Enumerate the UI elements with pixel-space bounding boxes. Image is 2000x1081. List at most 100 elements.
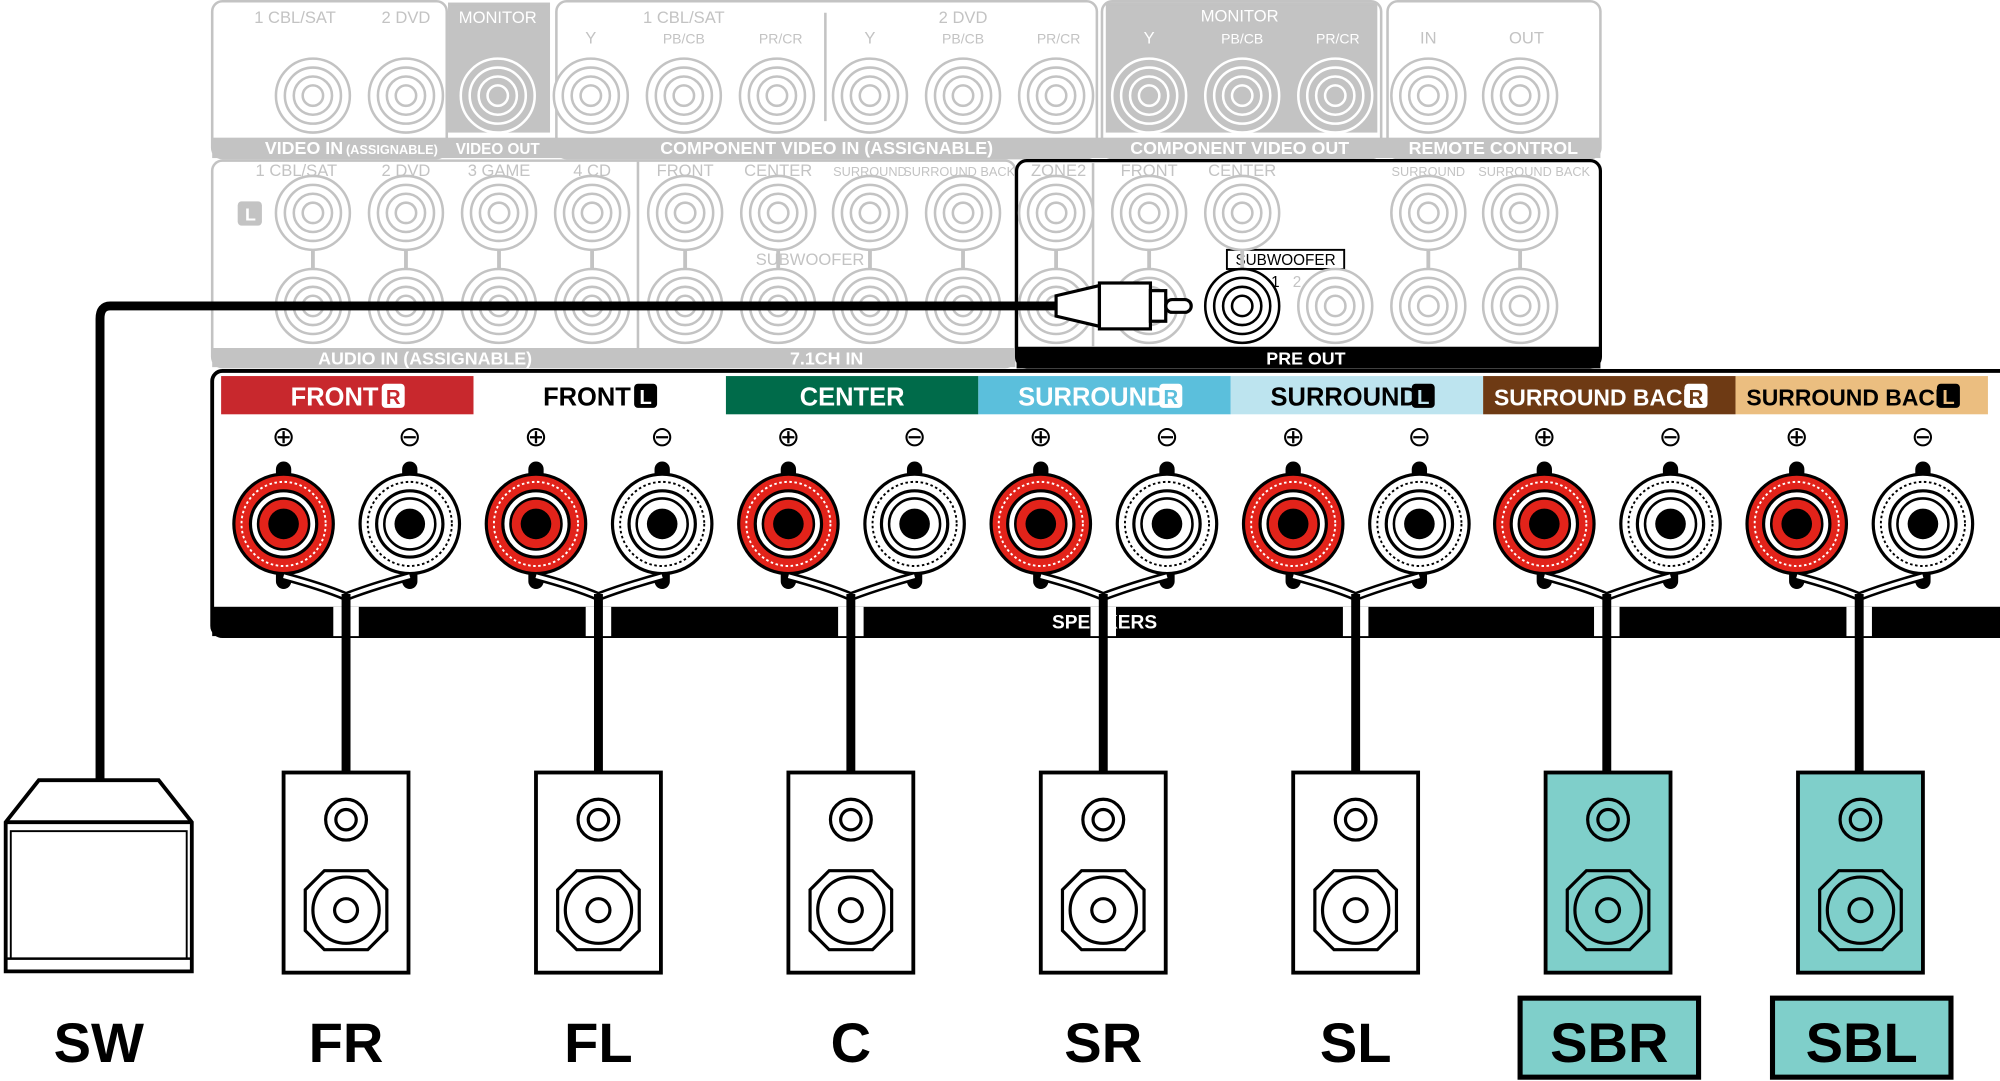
rca-jack: [1203, 174, 1281, 252]
binding-post-minus[interactable]: [1619, 472, 1722, 576]
audio-in-title: AUDIO IN (ASSIGNABLE): [318, 349, 532, 369]
video-in-title: VIDEO IN: [265, 138, 343, 158]
channel-label-text: FRONT: [291, 383, 379, 411]
plus-symbol: ⊕: [524, 421, 548, 452]
sub-out-2-label: 2: [1293, 274, 1302, 291]
channel-label: FRONT L: [473, 376, 726, 415]
speaker-icon: [786, 770, 916, 975]
rca-jack: [274, 57, 352, 134]
comp-in-y-2: Y: [864, 28, 875, 47]
binding-post-plus[interactable]: [484, 472, 588, 576]
rca-jack: [1110, 174, 1188, 252]
speaker-label: FL: [564, 1011, 633, 1074]
rca-jack: [1390, 267, 1467, 345]
binding-post-minus[interactable]: [358, 472, 462, 576]
component-out-jack: [1297, 57, 1374, 134]
channel-label-text: FRONT: [543, 383, 631, 411]
rca-jack: [1481, 267, 1559, 345]
binding-post-minus[interactable]: [610, 472, 714, 576]
rca-jack: [924, 57, 1002, 134]
binding-post-plus[interactable]: [1493, 472, 1596, 576]
channel-label: SURROUND L: [1230, 376, 1484, 415]
channel-label: FRONT R: [221, 376, 474, 415]
rca-jack: [553, 174, 631, 252]
plus-symbol: ⊕: [1281, 421, 1305, 452]
channel-label-text: SURROUND BACK: [1494, 384, 1700, 410]
plus-symbol: ⊕: [1785, 421, 1809, 452]
binding-post-minus[interactable]: [863, 472, 966, 576]
rca-jack: [274, 174, 352, 252]
rca-jack: [367, 57, 445, 134]
component-out-jack: [1110, 57, 1188, 134]
rca-jack: [460, 174, 538, 252]
binding-post-plus[interactable]: [737, 472, 840, 576]
l-badge: L: [245, 205, 256, 225]
channel-label-text: SURROUND: [1018, 383, 1165, 411]
comp-in-pb-2: PB/CB: [942, 30, 984, 46]
video-in-2: 2 DVD: [382, 8, 431, 27]
binding-post-plus[interactable]: [232, 472, 335, 576]
channel-side-badge: R: [386, 387, 401, 409]
channel-side-badge: L: [639, 387, 651, 409]
minus-symbol: ⊖: [1155, 421, 1178, 452]
comp-in-pr-2: PR/CR: [1037, 30, 1081, 46]
subwoofer-icon: [3, 778, 194, 974]
speaker-sbl: SBL: [1769, 770, 1954, 1080]
rca-jack: [646, 174, 724, 252]
video-out-monitor: MONITOR: [459, 8, 537, 27]
channel-label-text: SURROUND BACK: [1746, 384, 1952, 410]
video-in-1: 1 CBL/SAT: [254, 8, 336, 27]
pre-out-title: PRE OUT: [1266, 349, 1345, 369]
speaker-label: SBL: [1806, 1011, 1918, 1074]
rca-jack: [645, 57, 723, 134]
component-out-jack: [1203, 57, 1281, 134]
pre-out-surround-back: SURROUND BACK: [1478, 164, 1590, 179]
subwoofer-pre-out-jack-1: [1203, 267, 1281, 345]
comp-in-group-2: 2 DVD: [939, 8, 988, 27]
comp-in-title: COMPONENT VIDEO IN (ASSIGNABLE): [660, 138, 993, 158]
ch71-title: 7.1CH IN: [790, 349, 863, 369]
speaker-icon: [1543, 770, 1673, 975]
binding-post-minus[interactable]: [1115, 472, 1219, 576]
binding-post-plus[interactable]: [989, 472, 1093, 576]
speaker-sw: SW: [3, 778, 194, 1074]
comp-out-monitor: MONITOR: [1201, 7, 1279, 26]
channel-label: CENTER: [725, 376, 979, 415]
video-out-title: VIDEO OUT: [456, 141, 541, 158]
comp-in-pb-1: PB/CB: [663, 30, 705, 46]
speaker-fl: FL: [534, 770, 663, 1074]
rca-jack: [1017, 174, 1095, 252]
ch71-subwoofer: SUBWOOFER: [756, 250, 865, 269]
comp-in-pr-1: PR/CR: [759, 30, 803, 46]
comp-in-y-1: Y: [585, 28, 596, 47]
speaker-label: SR: [1064, 1011, 1142, 1074]
rca-jack: [1390, 57, 1467, 134]
comp-in-group-1: 1 CBL/SAT: [643, 8, 725, 27]
monitor-out-jack: [459, 57, 536, 134]
rca-jack: [738, 57, 816, 134]
speaker-label: FR: [309, 1011, 384, 1074]
channel-side-badge: L: [1942, 387, 1954, 409]
rca-jack: [552, 57, 630, 134]
channel-label-text: CENTER: [800, 383, 905, 411]
channel-label-text: SURROUND: [1271, 383, 1418, 411]
speaker-sl: SL: [1291, 770, 1421, 1074]
plus-symbol: ⊕: [272, 421, 296, 452]
binding-post-minus[interactable]: [1368, 472, 1471, 576]
remote-title: REMOTE CONTROL: [1409, 138, 1578, 158]
binding-post-plus[interactable]: [1745, 472, 1849, 576]
minus-symbol: ⊖: [1911, 421, 1935, 452]
rca-jack: [367, 174, 445, 252]
binding-post-plus[interactable]: [1241, 472, 1345, 576]
speaker-sr: SR: [1038, 770, 1168, 1074]
plus-symbol: ⊕: [1533, 421, 1557, 452]
rca-jack: [924, 174, 1002, 252]
plus-symbol: ⊕: [1029, 421, 1052, 452]
rca-jack: [831, 174, 909, 252]
binding-post-minus[interactable]: [1871, 472, 1975, 576]
speaker-label: SBR: [1550, 1011, 1668, 1074]
speaker-icon: [1291, 770, 1421, 975]
speaker-icon: [281, 770, 411, 975]
speaker-label: SW: [54, 1011, 144, 1074]
channel-side-badge: R: [1163, 387, 1178, 409]
